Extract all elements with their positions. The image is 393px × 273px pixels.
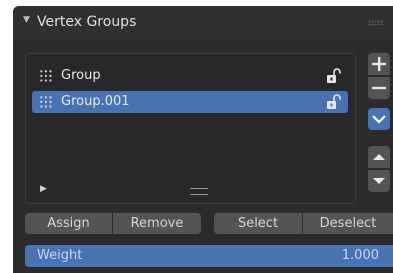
remove-button[interactable]: Remove: [113, 213, 201, 234]
filter-options-triangle-icon[interactable]: ▶: [40, 184, 47, 194]
panel-header[interactable]: ▼ Vertex Groups: [13, 6, 393, 40]
move-up-button[interactable]: [368, 146, 390, 168]
chevron-down-icon: [372, 115, 386, 124]
add-group-button[interactable]: [368, 53, 390, 75]
specials-menu-button[interactable]: [368, 108, 390, 130]
group-name[interactable]: Group: [61, 68, 101, 83]
minus-icon: [372, 86, 386, 90]
list-item[interactable]: Group: [32, 65, 348, 87]
collapse-triangle-icon[interactable]: ▼: [23, 15, 30, 25]
group-name[interactable]: Group.001: [61, 94, 130, 109]
weight-label: Weight: [37, 248, 83, 263]
select-button[interactable]: Select: [214, 213, 302, 234]
vertex-group-icon: [39, 69, 53, 83]
list-item-selected[interactable]: Group.001: [32, 91, 348, 113]
panel-title: Vertex Groups: [37, 14, 137, 30]
remove-group-button[interactable]: [368, 77, 390, 99]
assign-button[interactable]: Assign: [25, 213, 112, 234]
vertex-groups-panel: ▼ Vertex Groups Group Group.001 ▶ Assign…: [13, 6, 393, 273]
vertex-group-icon: [39, 95, 53, 109]
vertex-group-list[interactable]: Group Group.001 ▶: [25, 53, 356, 204]
unlock-icon[interactable]: [324, 67, 342, 85]
weight-value: 1.000: [341, 248, 379, 263]
plus-icon: [372, 57, 386, 71]
move-down-button[interactable]: [368, 170, 390, 192]
drag-grip-icon[interactable]: [368, 20, 384, 26]
unlock-icon[interactable]: [324, 93, 342, 111]
triangle-up-icon: [373, 154, 385, 160]
list-resize-handle[interactable]: [190, 188, 208, 195]
deselect-button[interactable]: Deselect: [303, 213, 393, 234]
triangle-down-icon: [373, 178, 385, 184]
weight-slider[interactable]: Weight 1.000: [25, 245, 393, 267]
